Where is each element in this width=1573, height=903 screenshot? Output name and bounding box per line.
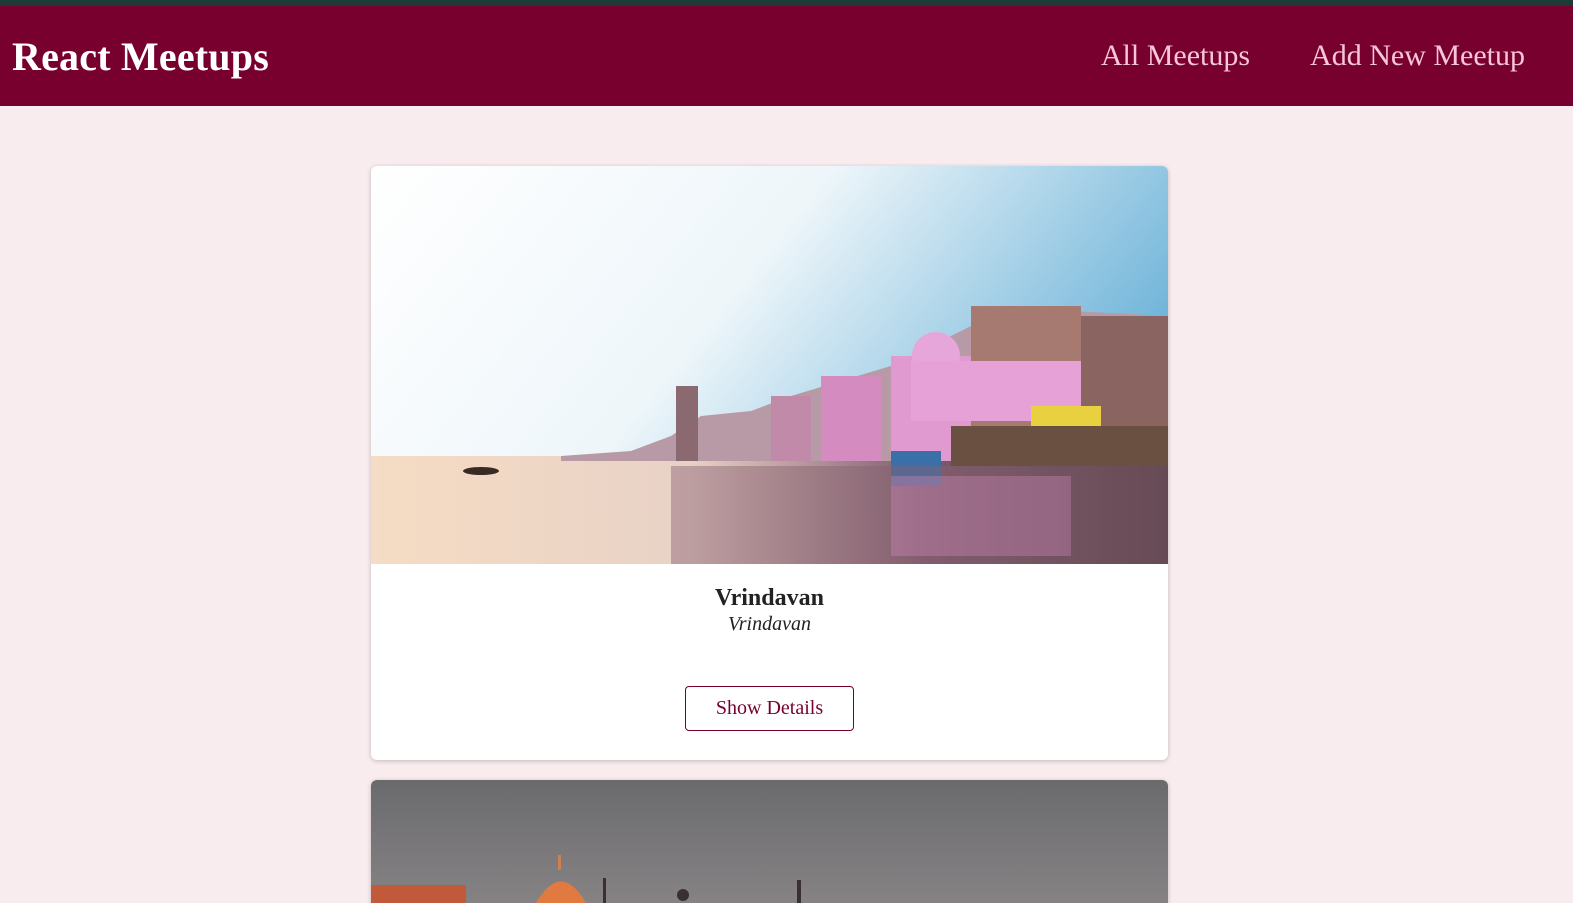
- meetup-title: Vrindavan: [715, 585, 824, 611]
- app-logo: React Meetups: [12, 33, 269, 79]
- nav-link-all-meetups[interactable]: All Meetups: [1101, 39, 1250, 73]
- meetup-actions: Show Details: [371, 686, 1168, 731]
- main-navigation: React Meetups All Meetups Add New Meetup: [0, 6, 1573, 106]
- meetup-card: Vrindavan Vrindavan Show Details: [371, 166, 1168, 760]
- meetup-card: [371, 780, 1168, 903]
- meetup-address: Vrindavan: [728, 613, 811, 635]
- meetup-image: [371, 166, 1168, 564]
- show-details-button[interactable]: Show Details: [685, 686, 854, 731]
- meetup-content: Vrindavan Vrindavan: [371, 564, 1168, 636]
- nav-link-add-new-meetup[interactable]: Add New Meetup: [1310, 39, 1525, 73]
- nav-links: All Meetups Add New Meetup: [1101, 39, 1525, 73]
- meetup-image: [371, 780, 1168, 903]
